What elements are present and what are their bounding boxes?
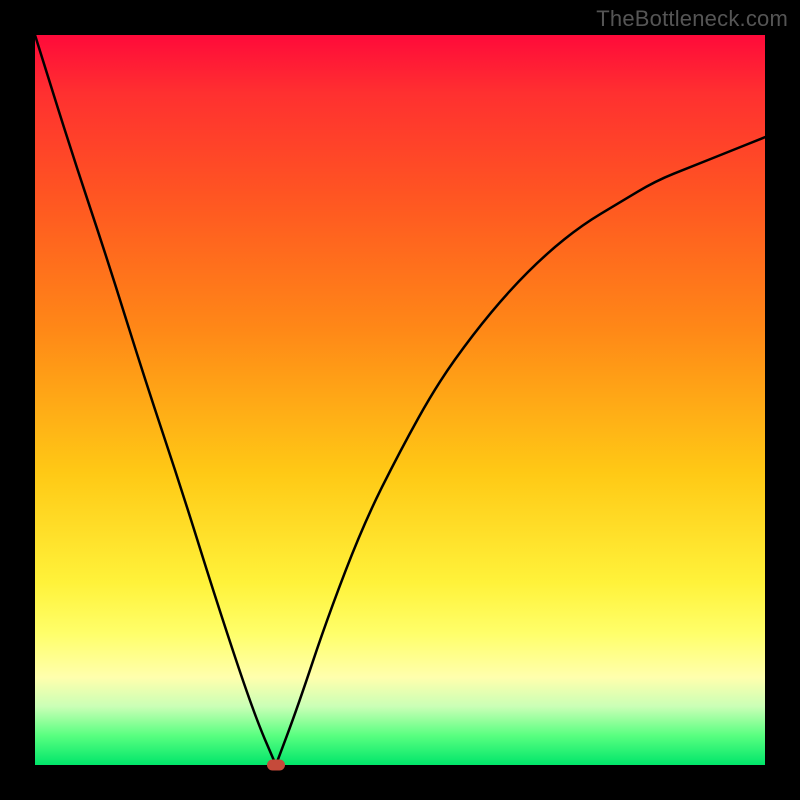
curve-left (35, 35, 276, 765)
curve-right (276, 137, 765, 765)
curve-svg (35, 35, 765, 765)
minimum-marker (267, 760, 285, 771)
watermark-text: TheBottleneck.com (596, 6, 788, 32)
chart-frame: TheBottleneck.com (0, 0, 800, 800)
plot-area (35, 35, 765, 765)
